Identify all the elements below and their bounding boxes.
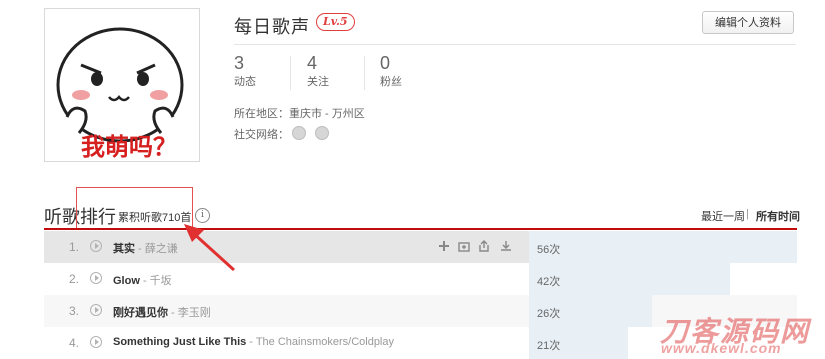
- stat-divider: [364, 56, 365, 90]
- play-count-bar: [529, 231, 797, 263]
- row-index: 4.: [68, 336, 79, 350]
- song-name[interactable]: Something Just Like This: [113, 336, 246, 348]
- song-name[interactable]: 刚好遇见你: [113, 307, 168, 319]
- stat-followers-label: 粉丝: [380, 76, 402, 88]
- play-count: 26次: [537, 308, 561, 320]
- play-icon[interactable]: [90, 304, 102, 316]
- play-icon[interactable]: [90, 272, 102, 284]
- row-index: 1.: [68, 240, 79, 254]
- song-name[interactable]: 其实: [113, 243, 135, 255]
- region-label: 所在地区：: [234, 108, 289, 120]
- artist-name[interactable]: - The Chainsmokers/Coldplay: [246, 336, 394, 348]
- song-title[interactable]: 其实 - 薛之谦: [113, 240, 178, 256]
- artist-name[interactable]: - 千坂: [140, 275, 172, 287]
- edit-profile-button[interactable]: 编辑个人资料: [702, 11, 794, 34]
- play-count: 42次: [537, 276, 561, 288]
- stat-followers[interactable]: 0 粉丝: [380, 52, 402, 89]
- ranking-row[interactable]: 2. Glow - 千坂 42次: [44, 263, 797, 295]
- song-name[interactable]: Glow: [113, 275, 140, 287]
- region-value: 重庆市 - 万州区: [289, 108, 365, 120]
- ranking-row[interactable]: 1. 其实 - 薛之谦 56次: [44, 231, 797, 263]
- row-index: 3.: [68, 304, 79, 318]
- stat-following[interactable]: 4 关注: [307, 52, 329, 89]
- weibo-icon[interactable]: [292, 126, 306, 140]
- stat-posts-label: 动态: [234, 76, 256, 88]
- avatar-meme-image: 我萌吗？: [45, 9, 199, 161]
- play-icon[interactable]: [90, 336, 102, 348]
- stat-following-count: 4: [307, 53, 318, 73]
- collect-icon[interactable]: [458, 240, 470, 252]
- ranking-divider: [44, 228, 797, 230]
- play-count: 21次: [537, 340, 561, 352]
- stat-following-label: 关注: [307, 76, 329, 88]
- social-label: 社交网络：: [234, 129, 289, 141]
- stat-posts-count: 3: [234, 53, 245, 73]
- tab-all-time[interactable]: 所有时间: [756, 208, 800, 224]
- level-badge[interactable]: Lv.5: [316, 13, 355, 31]
- avatar-caption: 我萌吗？: [81, 133, 177, 161]
- song-title[interactable]: Glow - 千坂: [113, 272, 172, 288]
- stat-divider: [290, 56, 291, 90]
- artist-name[interactable]: - 薛之谦: [135, 243, 178, 255]
- share-icon[interactable]: [478, 240, 490, 252]
- social-row: 社交网络：: [234, 126, 289, 142]
- song-title[interactable]: Something Just Like This - The Chainsmok…: [113, 336, 394, 348]
- douban-icon[interactable]: [315, 126, 329, 140]
- annotation-arrow: [184, 224, 236, 272]
- add-icon[interactable]: [438, 240, 450, 252]
- play-icon[interactable]: [90, 240, 102, 252]
- song-title[interactable]: 刚好遇见你 - 李玉刚: [113, 304, 211, 320]
- info-icon[interactable]: i: [195, 208, 210, 223]
- user-name: 每日歌声: [234, 17, 310, 37]
- artist-name[interactable]: - 李玉刚: [168, 307, 211, 319]
- region-row: 所在地区：重庆市 - 万州区: [234, 105, 365, 121]
- tab-separator: |: [746, 208, 749, 220]
- header-divider: [234, 44, 796, 45]
- stat-followers-count: 0: [380, 53, 391, 73]
- download-icon[interactable]: [500, 240, 512, 252]
- avatar[interactable]: 我萌吗？: [44, 8, 200, 162]
- play-count: 56次: [537, 244, 561, 256]
- annotation-highlight-box: [76, 187, 193, 229]
- watermark-url: www.dkewl.com: [661, 340, 782, 356]
- tab-recent-week[interactable]: 最近一周: [701, 208, 745, 224]
- stat-posts[interactable]: 3 动态: [234, 52, 256, 89]
- row-index: 2.: [68, 272, 79, 286]
